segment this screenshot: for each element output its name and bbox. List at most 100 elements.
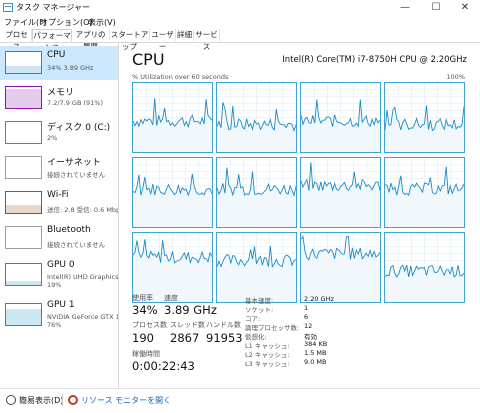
core-graph-plot <box>133 158 212 227</box>
l3-cache-value: 9.0 MB <box>304 358 326 366</box>
window-title: タスク マネージャー <box>16 2 90 13</box>
menu-bar: ファイル(F) オプション(O) 表示(V) <box>0 16 480 29</box>
ethernet-thumbnail-graph <box>5 156 42 179</box>
footer-bar: 簡易表示(D) リソース モニターを開く <box>0 388 480 413</box>
logical-processor-graphs <box>132 82 465 303</box>
core-graph-plot <box>301 83 380 152</box>
cores-value: 6 <box>304 313 308 321</box>
tab-startup[interactable]: スタートアップ <box>110 29 150 41</box>
sidebar-item-label: イーサネット <box>47 155 101 168</box>
minimize-button[interactable]: — <box>390 0 420 16</box>
thumbnail-fill <box>6 281 41 285</box>
handles-value: 91953 <box>206 331 243 345</box>
maximize-button[interactable]: ☐ <box>421 0 451 16</box>
tab-bar: プロセス パフォーマンス アプリの履歴 スタートアップ ユーザー 詳細 サービス <box>0 29 480 43</box>
core-graph <box>132 157 213 228</box>
sidebar-item-detail: NVIDIA GeForce GTX 1060 <box>47 313 119 321</box>
core-graph-plot <box>385 233 464 302</box>
cpu-model-name: Intel(R) Core(TM) i7-8750H CPU @ 2.20GHz <box>282 55 467 65</box>
tab-users[interactable]: ユーザー <box>150 29 176 41</box>
core-graph <box>300 157 381 228</box>
sidebar-item-ethernet[interactable]: イーサネット 接続されていません <box>0 151 118 185</box>
tab-details[interactable]: 詳細 <box>176 29 194 41</box>
gpu0-thumbnail-graph <box>5 263 42 286</box>
thumbnail-fill <box>6 89 41 108</box>
thumbnail-fill <box>6 66 41 73</box>
task-manager-icon <box>3 3 13 12</box>
sidebar-item-disk[interactable]: ディスク 0 (C:) 2% <box>0 116 118 150</box>
usage-value: 34% <box>132 303 158 317</box>
sidebar-item-label: メモリ <box>47 85 74 98</box>
chevron-up-icon[interactable] <box>6 395 16 405</box>
speed-label: 速度 <box>164 293 178 303</box>
sidebar-item-memory[interactable]: メモリ 7.2/7.9 GB (91%) <box>0 81 118 115</box>
core-graph-plot <box>301 233 380 302</box>
sidebar-item-percent: 19% <box>47 281 61 289</box>
gpu1-thumbnail-graph <box>5 303 42 326</box>
sidebar-item-wifi[interactable]: Wi-Fi 送信: 2.8 受信: 0.6 Mbps <box>0 186 118 220</box>
sidebar-item-label: CPU <box>47 50 65 60</box>
handles-label: ハンドル数 <box>206 320 241 330</box>
tab-app-history[interactable]: アプリの履歴 <box>72 29 110 41</box>
resource-sidebar: CPU 34% 3.89 GHz メモリ 7.2/7.9 GB (91%) ディ… <box>0 43 119 393</box>
close-button[interactable]: ✕ <box>450 0 480 16</box>
usage-label: 使用率 <box>132 293 153 303</box>
processes-value: 190 <box>132 331 154 345</box>
menu-view[interactable]: 表示(V) <box>88 17 116 28</box>
cpu-thumbnail-graph <box>5 51 42 74</box>
l1-cache-value: 384 KB <box>304 340 327 348</box>
core-graph-plot <box>385 158 464 227</box>
sidebar-item-gpu1[interactable]: GPU 1 NVIDIA GeForce GTX 1060 76% <box>0 296 118 334</box>
resource-monitor-link[interactable]: リソース モニターを開く <box>81 395 171 406</box>
core-graph-plot <box>385 83 464 152</box>
menu-options[interactable]: オプション(O) <box>40 17 93 28</box>
core-graph <box>300 82 381 153</box>
thumbnail-fill <box>6 309 41 325</box>
speed-value: 3.89 GHz <box>164 303 217 317</box>
tab-processes[interactable]: プロセス <box>2 29 32 41</box>
memory-thumbnail-graph <box>5 86 42 109</box>
cpu-stats: 使用率 34% 速度 3.89 GHz プロセス数 190 スレッド数 2867… <box>132 293 472 383</box>
logical-processors-value: 12 <box>304 322 312 330</box>
sidebar-item-detail: Intel(R) UHD Graphics 630 <box>47 273 119 281</box>
fewer-details-link[interactable]: 簡易表示(D) <box>19 395 63 406</box>
base-speed-value: 2.20 GHz <box>304 295 334 303</box>
l2-cache-value: 1.5 MB <box>304 349 326 357</box>
sockets-value: 1 <box>304 304 308 312</box>
core-graph-plot <box>217 83 296 152</box>
sidebar-item-label: Wi-Fi <box>47 190 68 200</box>
sidebar-item-gpu0[interactable]: GPU 0 Intel(R) UHD Graphics 630 19% <box>0 256 118 294</box>
sidebar-item-detail: 2% <box>47 134 57 142</box>
sidebar-item-detail: 7.2/7.9 GB (91%) <box>47 99 103 107</box>
uptime-label: 稼働時間 <box>132 349 160 359</box>
utilization-label: % Utilization over 60 seconds <box>132 73 228 81</box>
resource-monitor-icon <box>68 395 78 405</box>
thumbnail-fill <box>6 205 41 213</box>
sidebar-item-detail: 送信: 2.8 受信: 0.6 Mbps <box>47 204 119 214</box>
uptime-value: 0:00:22:43 <box>132 359 195 373</box>
sidebar-item-percent: 76% <box>47 321 61 329</box>
page-title: CPU <box>132 50 165 69</box>
core-graph <box>216 157 297 228</box>
core-graph-plot <box>301 158 380 227</box>
sidebar-item-bluetooth[interactable]: Bluetooth 接続されていません <box>0 221 118 255</box>
sidebar-item-label: Bluetooth <box>47 225 91 235</box>
core-graph <box>132 82 213 153</box>
threads-label: スレッド数 <box>170 320 205 330</box>
sidebar-item-detail: 接続されていません <box>47 239 105 249</box>
performance-panel: CPU Intel(R) Core(TM) i7-8750H CPU @ 2.2… <box>125 43 475 393</box>
sidebar-item-label: GPU 1 <box>47 300 75 310</box>
threads-value: 2867 <box>170 331 199 345</box>
disk-thumbnail-graph <box>5 121 42 144</box>
sidebar-item-label: ディスク 0 (C:) <box>47 120 110 133</box>
tab-performance[interactable]: パフォーマンス <box>32 29 72 42</box>
core-graph <box>384 157 465 228</box>
core-graph <box>216 82 297 153</box>
sidebar-item-cpu[interactable]: CPU 34% 3.89 GHz <box>0 46 118 80</box>
l3-cache-label: L3 キャッシュ: <box>245 358 290 368</box>
core-graph-plot <box>133 233 212 302</box>
sidebar-item-label: GPU 0 <box>47 260 75 270</box>
core-graph-plot <box>217 158 296 227</box>
bluetooth-thumbnail-graph <box>5 226 42 249</box>
tab-services[interactable]: サービス <box>194 29 220 41</box>
